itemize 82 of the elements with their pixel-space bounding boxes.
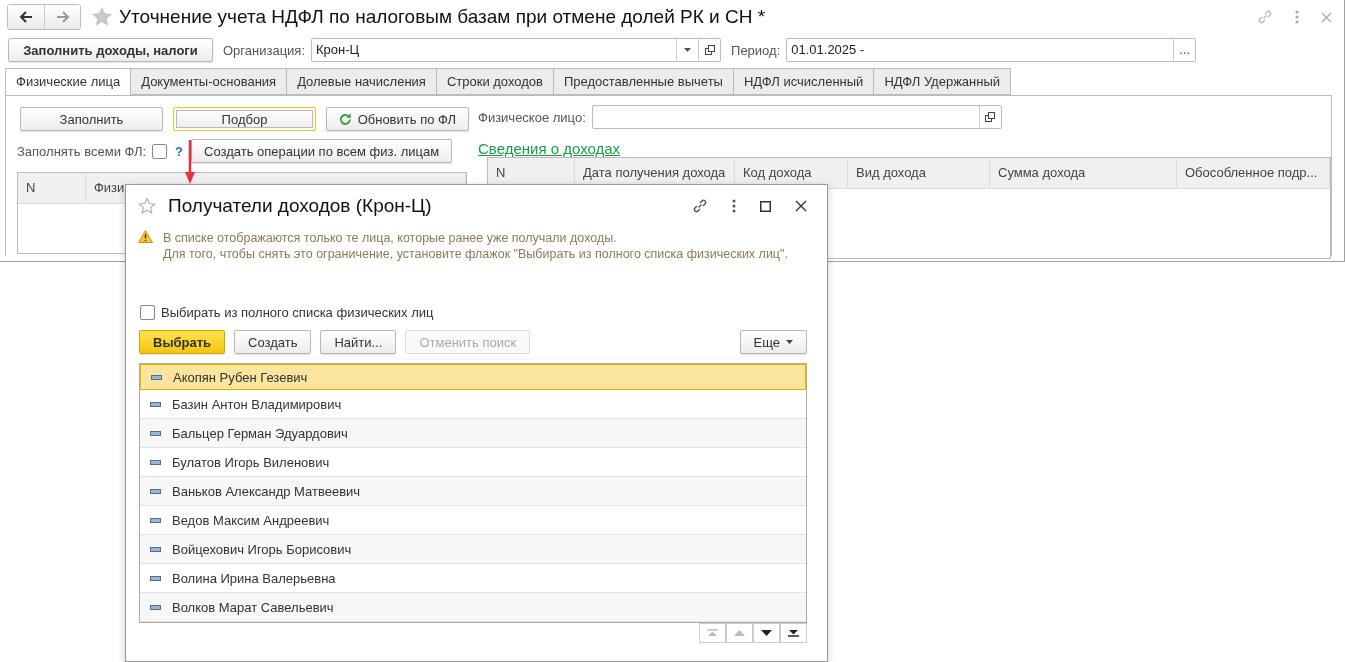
warning-text: Для того, чтобы снять это ограничение, установите флажок "Выбирать из полного списка физических лиц". <box>163 246 788 262</box>
more-icon[interactable] <box>732 199 736 213</box>
person-name: Ваньков Александр Матвеевич <box>172 483 361 499</box>
dialog-button[interactable]: Выбрать <box>139 330 226 354</box>
back-arrow-icon <box>19 11 33 23</box>
dialog-button[interactable]: Найти... <box>320 330 397 354</box>
person-name: Бальцер Герман Эдуардович <box>172 425 348 441</box>
person-name: Войцехович Игорь Борисович <box>172 541 352 557</box>
period-label: Период: <box>731 42 781 58</box>
tab[interactable]: Долевые начисления <box>286 68 436 95</box>
maximize-icon[interactable] <box>760 200 771 212</box>
panel-button[interactable]: Обновить по ФЛ <box>326 107 469 131</box>
refresh-icon <box>339 112 352 126</box>
person-icon <box>150 430 161 436</box>
tab[interactable]: Строки доходов <box>435 68 553 95</box>
income-info-link[interactable]: Сведения о доходах <box>478 140 621 157</box>
up-triangle-icon <box>734 630 745 636</box>
person-name: Акопян Рубен Гезевич <box>173 369 308 385</box>
list-row[interactable]: Ваньков Александр Матвеевич <box>140 477 806 506</box>
down-triangle-icon <box>761 630 772 636</box>
organization-label: Организация: <box>223 42 306 58</box>
caret-icon <box>786 340 793 344</box>
pointer-arrow <box>185 140 195 184</box>
star-icon[interactable] <box>91 6 113 28</box>
person-icon <box>150 546 161 552</box>
more-menu-button[interactable]: Еще <box>739 330 807 354</box>
person-label: Физическое лицо: <box>478 109 586 125</box>
column-header: Вид дохода <box>848 158 990 188</box>
back-button[interactable] <box>8 5 44 29</box>
last-icon <box>788 629 799 637</box>
person-icon <box>150 401 161 407</box>
forward-arrow-icon <box>55 11 70 23</box>
column-header: N <box>18 173 86 203</box>
warning-icon <box>138 230 153 243</box>
fill-incomes-button[interactable]: Заполнить доходы, налоги <box>8 38 213 62</box>
list-row[interactable]: Волков Марат Савельевич <box>140 593 806 622</box>
list-row[interactable]: Войцехович Игорь Борисович <box>140 535 806 564</box>
open-icon[interactable] <box>704 45 715 55</box>
person-name: Волина Ирина Валерьевна <box>172 570 336 586</box>
person-icon <box>150 459 161 465</box>
person-name: Базин Антон Владимирович <box>172 396 342 412</box>
dropdown-icon[interactable] <box>684 48 692 52</box>
first-icon <box>707 629 718 637</box>
dialog-button[interactable]: Создать <box>234 330 312 354</box>
person-icon <box>150 604 161 610</box>
help-link[interactable]: ? <box>175 143 184 159</box>
create-operations-button[interactable]: Создать операции по всем физ. лицам <box>191 139 453 163</box>
fill-all-label: Заполнять всеми ФЛ: <box>17 143 147 159</box>
full-list-label: Выбирать из полного списка физических лиц <box>161 305 434 320</box>
panel-button[interactable]: Подбор <box>173 107 316 131</box>
column-header: Обособленное подр... <box>1177 158 1330 188</box>
tab[interactable]: НДФЛ исчисленный <box>732 68 874 95</box>
person-name: Ведов Максим Андреевич <box>172 512 330 528</box>
tab[interactable]: Физические лица <box>5 68 131 95</box>
open-icon[interactable] <box>985 112 996 122</box>
tab[interactable]: НДФЛ Удержанный <box>873 68 1012 95</box>
panel-button[interactable]: Заполнить <box>20 107 163 131</box>
person-icon <box>150 575 161 581</box>
fill-all-checkbox[interactable] <box>152 143 168 159</box>
scroll-down-button[interactable] <box>753 623 780 643</box>
person-icon <box>150 488 161 494</box>
person-icon <box>150 517 161 523</box>
person-name: Булатов Игорь Виленович <box>172 454 330 470</box>
tab[interactable]: Документы-основания <box>130 68 287 95</box>
person-icon <box>151 374 162 380</box>
list-row[interactable]: Бальцер Герман Эдуардович <box>140 419 806 448</box>
star-icon[interactable] <box>138 197 156 215</box>
scroll-first-button[interactable] <box>699 623 726 643</box>
scroll-last-button[interactable] <box>780 623 807 643</box>
link-icon[interactable] <box>692 198 708 214</box>
window-title: Уточнение учета НДФЛ по налоговым базам при отмене долей РК и СН * <box>119 6 766 28</box>
list-row[interactable]: Акопян Рубен Гезевич <box>140 364 806 390</box>
person-name: Волков Марат Савельевич <box>172 599 334 615</box>
close-icon[interactable] <box>795 200 807 212</box>
column-header: Сумма дохода <box>990 158 1177 188</box>
person-field[interactable] <box>591 105 1002 129</box>
warning-text: В списке отображаются только те лица, которые ранее уже получали доходы. <box>163 230 618 246</box>
tab[interactable]: Предоставленные вычеты <box>552 68 733 95</box>
period-field[interactable]: 01.01.2025 - ... <box>786 38 1197 62</box>
period-select-button[interactable]: ... <box>1173 39 1196 61</box>
organization-field[interactable]: Крон-Ц <box>311 38 722 62</box>
full-list-checkbox[interactable] <box>140 305 155 320</box>
